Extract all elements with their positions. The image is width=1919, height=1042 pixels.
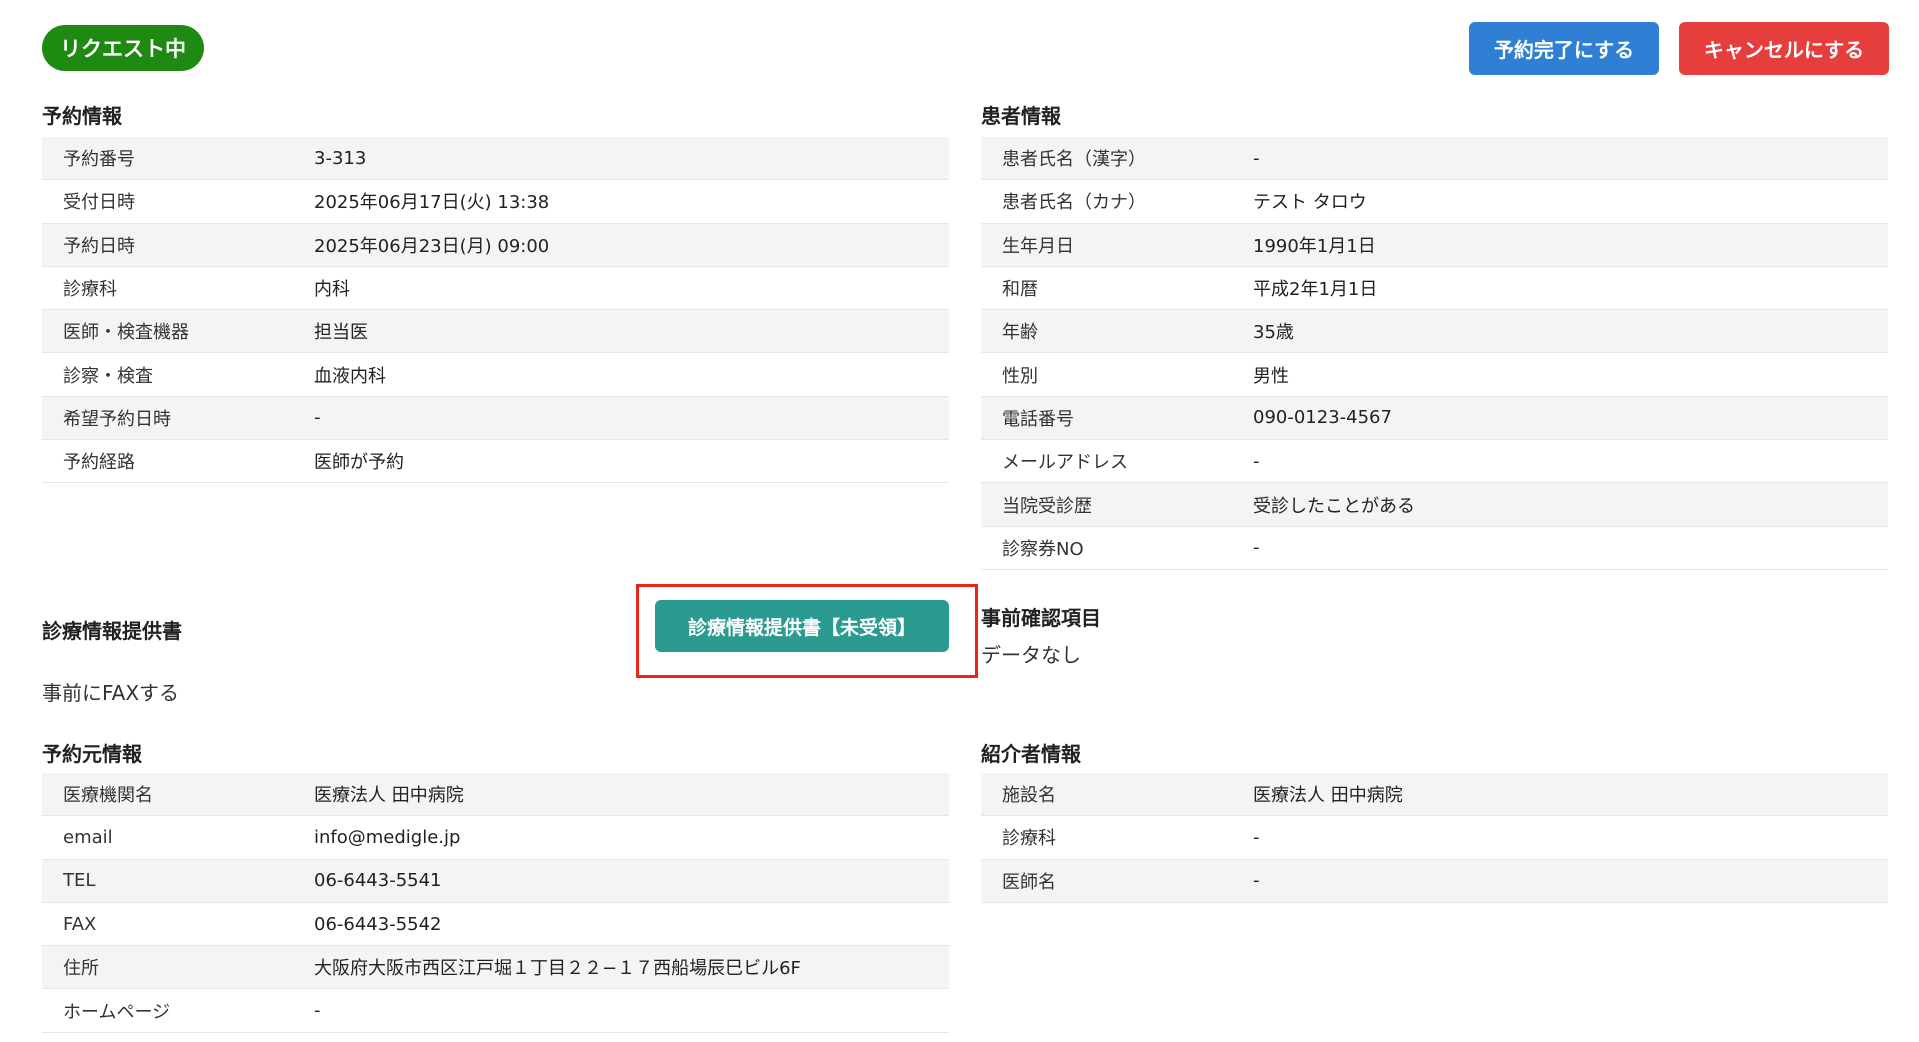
table-row: FAX 06-6443-5542 [42,903,949,947]
source-info-table: 医療機関名 医療法人 田中病院 email info@medigle.jp TEL 06-… [42,773,949,1033]
table-row: 医師・検査機器 担当医 [42,310,949,354]
table-row: 受付日時 2025年06月17日(火) 13:38 [42,180,949,224]
patient-info-table: 患者氏名（漢字） - 患者氏名（カナ） テスト タロウ生年月日 1990年1月1日和暦 平… [981,137,1888,570]
table-row: 予約日時 2025年06月23日(月) 09:00 [42,223,949,267]
row-label: 和暦 [1002,279,1038,301]
table-row: 診察券NO - [981,527,1888,570]
row-label: メールアドレス [1002,452,1128,474]
row-label: 患者氏名（カナ） [1002,192,1146,214]
row-value: - [314,1000,321,1022]
row-label: 生年月日 [1002,235,1074,257]
row-value: - [314,407,321,429]
table-row: 和暦 平成2年1月1日 [981,267,1888,311]
table-row: 施設名 医療法人 田中病院 [981,773,1888,817]
row-value: 大阪府大阪市西区江戸堀１丁目２２−１７西船場辰巳ビル6F [314,958,801,980]
row-label: 予約日時 [63,235,135,257]
table-row: 予約経路 医師が予約 [42,440,949,484]
row-value: 2025年06月23日(月) 09:00 [314,235,550,257]
table-row: 診療科 内科 [42,267,949,311]
row-label: 受付日時 [63,192,135,214]
row-label: 診察・検査 [63,365,153,387]
referrer-info-title: 紹介者情報 [981,742,1081,766]
row-label: 当院受診歴 [1002,495,1092,517]
row-label: 医師・検査機器 [63,322,189,344]
row-value: 3-313 [314,147,367,169]
row-value: - [1253,826,1260,848]
row-label: 診療科 [1002,828,1056,850]
row-value: 06-6443-5541 [314,870,442,892]
row-value: 男性 [1253,365,1289,387]
row-label: 年齢 [1002,322,1038,344]
row-value: 2025年06月17日(火) 13:38 [314,192,550,214]
cancel-reservation-button[interactable]: キャンセルにする [1679,22,1889,75]
row-value: - [1253,147,1260,169]
table-row: 予約番号 3-313 [42,137,949,181]
table-row: 年齢 35歳 [981,310,1888,354]
table-row: TEL 06-6443-5541 [42,859,949,903]
row-label: 医療機関名 [63,785,153,807]
row-value: 内科 [314,279,350,301]
row-value: 06-6443-5542 [314,913,442,935]
row-label: 予約番号 [63,149,135,171]
row-label: 医師名 [1002,871,1056,893]
row-value: 医療法人 田中病院 [314,785,464,807]
row-label: 診察券NO [1002,538,1084,560]
table-row: メールアドレス - [981,440,1888,484]
row-value: 平成2年1月1日 [1253,279,1378,301]
table-row: 生年月日 1990年1月1日 [981,223,1888,267]
row-value: - [1253,450,1260,472]
patient-info-title: 患者情報 [981,104,1061,128]
row-label: 電話番号 [1002,408,1074,430]
table-row: 住所 大阪府大阪市西区江戸堀１丁目２２−１７西船場辰巳ビル6F [42,946,949,990]
row-label: 性別 [1002,365,1038,387]
row-value: 医師が予約 [314,452,404,474]
row-value: 担当医 [314,322,368,344]
row-label: 施設名 [1002,785,1056,807]
row-value: 医療法人 田中病院 [1253,785,1403,807]
row-value: - [1253,870,1260,892]
row-label: 予約経路 [63,452,135,474]
document-section-title: 診療情報提供書 [42,619,182,643]
row-value: 1990年1月1日 [1253,235,1376,257]
row-value: 090-0123-4567 [1253,407,1392,429]
complete-reservation-button[interactable]: 予約完了にする [1469,22,1659,75]
document-status-button[interactable]: 診療情報提供書【未受領】 [655,600,949,652]
table-row: 診察・検査 血液内科 [42,353,949,397]
row-value: - [1253,537,1260,559]
reservation-info-title: 予約情報 [42,104,122,128]
row-value: info@medigle.jp [314,826,461,848]
table-row: 当院受診歴 受診したことがある [981,483,1888,527]
row-label: FAX [63,913,97,935]
table-row: ホームページ - [42,989,949,1033]
table-row: 患者氏名（カナ） テスト タロウ [981,180,1888,224]
table-row: 電話番号 090-0123-4567 [981,396,1888,441]
row-value: テスト タロウ [1253,192,1367,214]
row-label: 患者氏名（漢字） [1002,149,1146,171]
row-value: 35歳 [1253,322,1294,344]
table-row: 患者氏名（漢字） - [981,137,1888,181]
precheck-empty-text: データなし [981,643,1081,667]
table-row: email info@medigle.jp [42,816,949,860]
row-label: 診療科 [63,279,117,301]
table-row: 医師名 - [981,859,1888,903]
row-label: 住所 [63,958,99,980]
referrer-info-table: 施設名 医療法人 田中病院診療科 - 医師名 - [981,773,1888,903]
source-info-title: 予約元情報 [42,742,142,766]
reservation-info-table: 予約番号 3-313 受付日時 2025年06月17日(火) 13:38 予約日時 202… [42,137,949,484]
table-row: 診療科 - [981,816,1888,860]
row-label: TEL [63,870,96,892]
row-label: ホームページ [63,1001,171,1023]
row-label: 希望予約日時 [63,408,171,430]
precheck-title: 事前確認項目 [981,606,1101,630]
table-row: 性別 男性 [981,353,1888,397]
document-note: 事前にFAXする [42,681,180,705]
table-row: 希望予約日時 - [42,396,949,441]
row-label: email [63,826,113,848]
row-value: 受診したことがある [1253,495,1415,517]
status-badge: リクエスト中 [42,25,204,71]
table-row: 医療機関名 医療法人 田中病院 [42,773,949,817]
row-value: 血液内科 [314,365,386,387]
